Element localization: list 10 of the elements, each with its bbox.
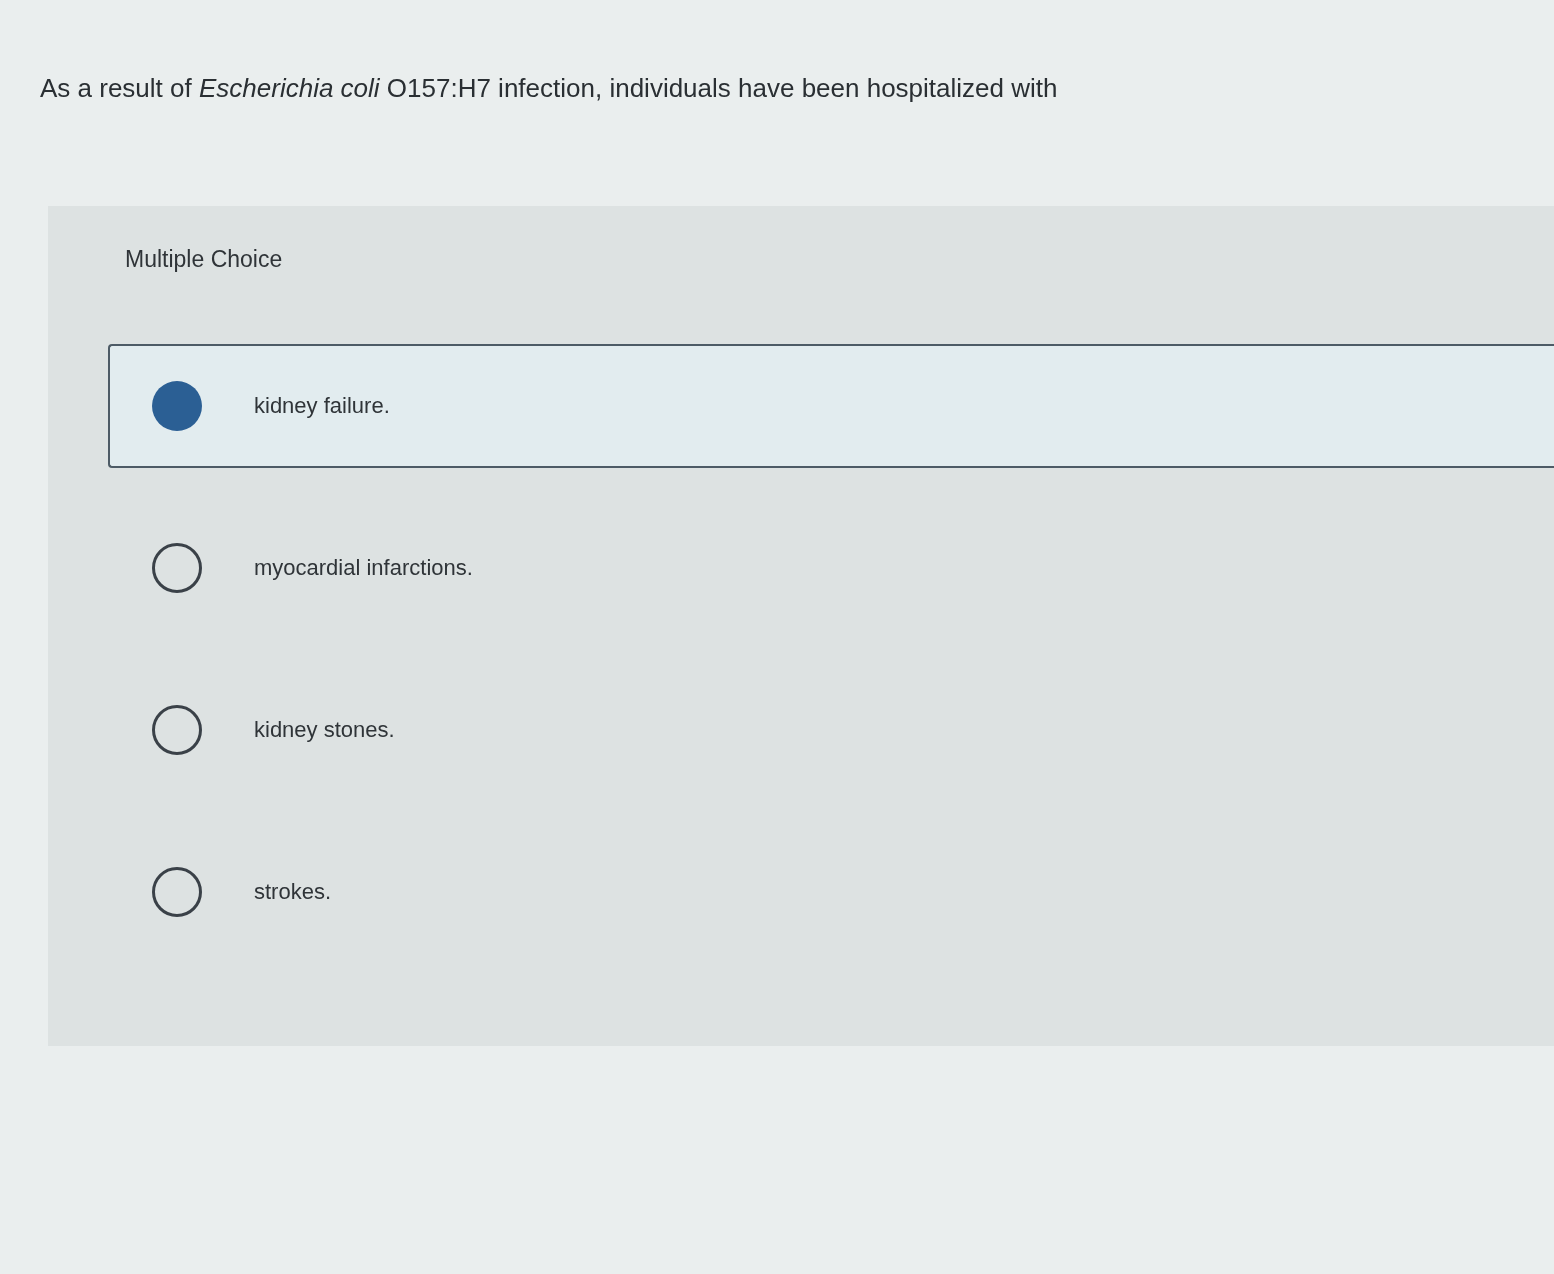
radio-unselected-icon[interactable] <box>152 867 202 917</box>
answer-option[interactable]: myocardial infarctions. <box>152 543 473 593</box>
answer-option[interactable]: strokes. <box>152 867 332 917</box>
radio-unselected-icon[interactable] <box>152 705 202 755</box>
radio-unselected-icon[interactable] <box>152 543 202 593</box>
question-type-label: Multiple Choice <box>125 245 283 274</box>
answer-option[interactable]: kidney stones. <box>152 705 395 755</box>
answer-option[interactable]: kidney failure. <box>108 344 1554 468</box>
radio-selected-icon[interactable] <box>152 381 202 431</box>
question-text: As a result of Escherichia coli O157:H7 infection, individuals have been hospitalized with <box>40 72 1058 105</box>
